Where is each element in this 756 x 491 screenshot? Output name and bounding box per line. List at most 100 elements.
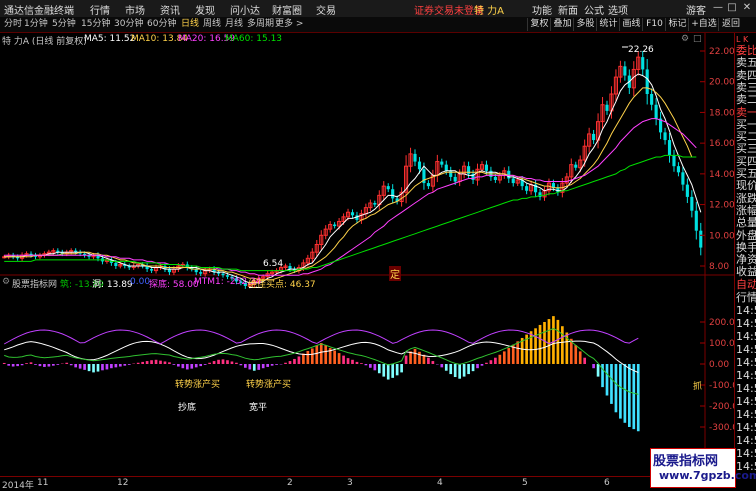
quote-field-label: 卖四 [736, 68, 756, 82]
period-tab-monthly[interactable]: 月线 [225, 18, 243, 31]
indicator-value-c: 0.00 [130, 277, 151, 287]
candle-body [511, 178, 515, 184]
quote-field-label: 卖三 [736, 80, 756, 94]
quote-field-label: 买二 [736, 130, 756, 144]
tick-time-label: 14:5 [736, 304, 756, 317]
candle-body [333, 224, 337, 227]
period-tab-30min[interactable]: 30分钟 [114, 18, 143, 31]
menu-item-fortune[interactable]: 财富圈 [272, 2, 302, 17]
candle-body [350, 212, 355, 216]
candle-body [654, 104, 658, 119]
tick-time-label: 14:5 [736, 421, 756, 434]
multi-stock-button[interactable]: 多股 [573, 18, 597, 31]
watermark-title: 股票指标网 [653, 454, 719, 469]
event-marker[interactable]: 定 [389, 266, 401, 281]
menu-item-ask[interactable]: 问小达 [230, 2, 260, 17]
ma60-line [4, 154, 697, 272]
indicator-axis-label: 200.0 [709, 318, 734, 328]
quote-field-label: 买三 [736, 142, 756, 156]
f10-button[interactable]: F10 [642, 18, 666, 31]
menu-item-market[interactable]: 市场 [125, 2, 145, 17]
period-tab-60min[interactable]: 60分钟 [147, 18, 176, 31]
price-axis-label: 20.00 [709, 78, 734, 88]
maximize-icon[interactable]: □ [726, 2, 738, 14]
overlay-button[interactable]: 叠加 [550, 18, 574, 31]
tick-time-label: 行情 [736, 291, 756, 304]
add-watchlist-button[interactable]: +自选 [688, 18, 719, 31]
candlestick-chart[interactable]: 22.0020.0018.0016.0014.0012.0010.008.00 … [0, 33, 734, 476]
quote-side-panel: L K 委比 卖五 卖四 卖三 卖二 卖一 买一 买二 买三 买四 买五 现价 涨跌 涨幅 总量 外盘 换手 净资… [734, 33, 756, 487]
indicator-axis-label: -300.0 [709, 423, 734, 433]
price-axis-label: 8.00 [709, 262, 729, 272]
period-tab-daily[interactable]: 日线 [181, 18, 199, 31]
menu-item-newpage[interactable]: 新面 [558, 2, 578, 17]
menu-item-formula[interactable]: 公式 [584, 2, 604, 17]
period-toolbar: 分时 1分钟 5分钟 15分钟 30分钟 60分钟 日线 周线 月线 多周期 更… [0, 17, 756, 33]
candle-body [641, 57, 645, 70]
tick-time-label: 14:5 [736, 369, 756, 382]
candle-body [373, 203, 377, 205]
quote-field-label: 收益 [736, 265, 756, 279]
indicator-value-f: 绝佳买点: 46.37 [248, 280, 316, 290]
indicator-value-d: 探底: 58.00 [149, 280, 199, 290]
user-label[interactable]: 游客 [686, 2, 706, 17]
quote-field-label: 买四 [736, 154, 756, 168]
back-button[interactable]: 返回 [718, 18, 743, 31]
period-tab-more[interactable]: 更多 > [275, 18, 303, 31]
period-tab-5min[interactable]: 5分钟 [52, 18, 76, 31]
close-icon[interactable]: ✕ [741, 2, 753, 14]
candle-body [114, 262, 118, 266]
candle-body [690, 196, 694, 211]
mark-button[interactable]: 标记 [665, 18, 689, 31]
indicator-axis-label: -200.0 [709, 402, 734, 412]
indicator-header: ⚙ 股票指标网 筑: -13.89 洞: 13.89 0.00 探底: 58.0… [0, 277, 705, 290]
date-axis: 2014年 11 12 2 3 4 5 6 [0, 476, 705, 491]
menu-item-function[interactable]: 功能 [532, 2, 552, 17]
price-axis-label: 18.00 [709, 108, 734, 118]
watermark-url: www.7gpzb.com [659, 469, 756, 482]
candle-body [413, 153, 417, 162]
quote-field-label: 卖五 [736, 56, 756, 70]
tick-time-label: 14:5 [736, 343, 756, 356]
period-tab-multi[interactable]: 多周期 [247, 18, 274, 31]
watermark-logo: 股票指标网 www.7gpzb.com [650, 448, 756, 488]
candle-body [685, 184, 689, 197]
adjust-button[interactable]: 复权 [527, 18, 551, 31]
ma10-line [4, 87, 693, 281]
menu-item-trade[interactable]: 交易 [316, 2, 336, 17]
quote-field-label: 涨幅 [736, 203, 756, 217]
quote-field-label: 总量 [736, 216, 756, 230]
quote-field-label: 买一 [736, 117, 756, 131]
stock-title: 特 力A [474, 6, 505, 17]
quote-field-label: 涨跌 [736, 191, 756, 205]
menu-item-news[interactable]: 资讯 [160, 2, 180, 17]
indicator-label: 转势涨产买 [246, 380, 292, 390]
stats-button[interactable]: 统计 [596, 18, 620, 31]
candle-body [417, 161, 422, 170]
period-tab-weekly[interactable]: 周线 [203, 18, 221, 31]
candle-body [667, 140, 672, 156]
period-tab-15min[interactable]: 15分钟 [81, 18, 110, 31]
period-tab-timeshare[interactable]: 分时 [4, 18, 22, 31]
minimize-icon[interactable]: — [712, 2, 724, 14]
quote-field-label: 换手 [736, 240, 756, 254]
quote-field-label: 委比 [736, 44, 756, 57]
indicator-axis-label: 100.0 [709, 339, 734, 349]
period-tab-1min[interactable]: 1分钟 [24, 18, 48, 31]
quote-field-label: 卖二 [736, 93, 756, 107]
candle-body [150, 269, 154, 271]
draw-button[interactable]: 画线 [619, 18, 643, 31]
tick-time-label: 14:5 [736, 408, 756, 421]
quote-field-label: 外盘 [736, 228, 756, 242]
candle-body [574, 164, 578, 168]
candle-body [386, 186, 390, 190]
candle-body [426, 183, 430, 187]
menu-item-discover[interactable]: 发现 [195, 2, 215, 17]
menu-item-quotes[interactable]: 行情 [90, 2, 110, 17]
indicator-settings-icon[interactable]: ⚙ [2, 277, 10, 287]
candle-body [525, 186, 529, 191]
menu-item-options[interactable]: 选项 [608, 2, 628, 17]
date-tick: 2014年 [2, 481, 34, 491]
candle-body [699, 230, 703, 248]
app-title: 通达信金融终端 [4, 6, 74, 17]
